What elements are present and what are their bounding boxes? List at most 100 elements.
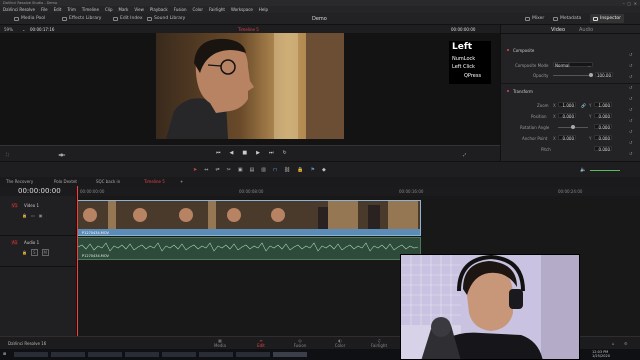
track-name-audio[interactable]: Audio 1 (24, 240, 39, 245)
rotation-field[interactable]: 0.000 (594, 124, 612, 130)
mixer-button[interactable]: Mixer (525, 16, 544, 21)
play-reverse-icon[interactable]: ◀ (230, 150, 234, 156)
task-item-3[interactable] (88, 352, 122, 357)
menu-item-trim[interactable]: Trim (67, 7, 76, 12)
menu-item-edit[interactable]: Edit (54, 7, 62, 12)
menu-item-file[interactable]: File (41, 7, 48, 12)
menu-item-fusion[interactable]: Fusion (174, 7, 187, 12)
flag-icon[interactable]: ⚑ (311, 167, 315, 173)
menu-item-playback[interactable]: Playback (150, 7, 168, 12)
link-icon[interactable]: 🔗 (581, 103, 586, 108)
transform-section-title[interactable]: Transform (513, 89, 533, 94)
task-item-2[interactable] (51, 352, 85, 357)
playhead[interactable] (77, 186, 78, 336)
dynamic-trim-icon[interactable]: ⇌ (215, 167, 219, 173)
composite-section-title[interactable]: Composite (513, 48, 534, 53)
tab-audio[interactable]: Audio (579, 27, 593, 33)
home-icon[interactable]: ⌂ (612, 341, 615, 346)
selection-tool-icon[interactable]: ➤ (193, 167, 197, 173)
media-pool-button[interactable]: Media Pool (14, 16, 45, 21)
tab-video[interactable]: Video (551, 27, 565, 33)
settings-icon[interactable]: ⚙ (624, 341, 628, 346)
reset-icons[interactable]: ↺ ↺ ↺ ↺ ↺ ↺ ↺ ↺ ↺ ↺ (629, 49, 632, 159)
jog-icon[interactable]: ◂●▸ (58, 152, 66, 157)
menu-item-fairlight[interactable]: Fairlight (209, 7, 225, 12)
inspector-button[interactable]: Inspector (590, 14, 624, 23)
menu-item-mark[interactable]: Mark (119, 7, 129, 12)
opacity-slider[interactable] (553, 75, 593, 76)
track-visibility-icon[interactable]: ▣ (39, 213, 43, 218)
task-item-7[interactable] (236, 352, 270, 357)
lock-track-icon[interactable]: 🔒 (22, 213, 27, 218)
solo-button[interactable]: S (30, 249, 38, 256)
task-item-5[interactable] (162, 352, 196, 357)
menu-item-timeline[interactable]: Timeline (82, 7, 99, 12)
edit-index-button[interactable]: Edit Index (113, 16, 143, 21)
timeline-name[interactable]: Timeline 5 (238, 27, 259, 32)
add-tab-icon[interactable]: + (180, 179, 183, 184)
viewer-options-icon[interactable]: ⛶ (6, 152, 9, 157)
page-edit[interactable]: ≡ Edit (253, 338, 269, 348)
zoom-y-field[interactable]: 1.000 (594, 102, 612, 108)
video-clip[interactable]: P1270434.MOV (77, 200, 421, 236)
blade-tool-icon[interactable]: ✂ (227, 167, 231, 173)
rotation-slider-handle[interactable] (571, 125, 575, 129)
menu-item-clip[interactable]: Clip (105, 7, 113, 12)
position-y-field[interactable]: 0.000 (594, 113, 612, 119)
zoom-x-field[interactable]: 1.000 (558, 102, 576, 108)
first-frame-icon[interactable]: ⏮ (216, 150, 221, 156)
tab-timeline-3[interactable]: SQC back in (96, 179, 120, 184)
menu-item-help[interactable]: Help (259, 7, 268, 12)
menu-item-davinci[interactable]: DaVinci Resolve (3, 7, 35, 12)
page-media[interactable]: ▦ Media (212, 338, 228, 348)
tab-timeline-4[interactable]: Timeline 5 (144, 179, 165, 184)
volume-slider[interactable] (590, 169, 621, 171)
last-frame-icon[interactable]: ⏭ (269, 150, 274, 156)
track-header-audio[interactable]: A1 Audio 1 🔒 S M (0, 237, 77, 267)
position-lock-icon[interactable]: 🔒 (297, 167, 303, 173)
page-fairlight[interactable]: ♫ Fairlight (371, 338, 387, 348)
snapping-icon[interactable]: ⊓ (273, 167, 277, 173)
task-item-8[interactable] (273, 352, 307, 357)
page-fusion[interactable]: ◎ Fusion (292, 338, 308, 348)
track-header-video[interactable]: V1 Video 1 🔒 ▭ ▣ (0, 200, 77, 236)
composite-mode-select[interactable]: Normal ⌄ (553, 62, 593, 68)
viewer-dropdown[interactable]: ⌄ (22, 27, 25, 32)
overwrite-icon[interactable]: ▤ (250, 167, 255, 173)
composite-enabled-dot[interactable] (507, 49, 509, 51)
fullscreen-icon[interactable]: ⤢ (463, 152, 466, 157)
page-color[interactable]: ◐ Color (332, 338, 348, 348)
pitch-field[interactable]: 0.000 (594, 146, 612, 152)
trim-tool-icon[interactable]: ⇔ (204, 167, 208, 173)
position-x-field[interactable]: 0.000 (558, 113, 576, 119)
anchor-x-field[interactable]: 0.000 (558, 135, 576, 141)
task-item-4[interactable] (125, 352, 159, 357)
opacity-slider-handle[interactable] (589, 73, 593, 77)
transform-enabled-dot[interactable] (507, 90, 509, 92)
sound-library-button[interactable]: Sound Library (147, 16, 185, 21)
opacity-field[interactable]: 100.00 (595, 72, 613, 78)
track-name-video[interactable]: Video 1 (24, 203, 39, 208)
audio-clip[interactable]: P1270434.MOV (77, 237, 421, 260)
insert-icon[interactable]: ▣ (238, 167, 243, 173)
auto-select-icon[interactable]: ▭ (31, 213, 35, 218)
play-icon[interactable]: ▶ (256, 150, 260, 156)
lock-audio-icon[interactable]: 🔒 (22, 250, 27, 255)
task-item-6[interactable] (199, 352, 233, 357)
replace-icon[interactable]: ▥ (261, 167, 266, 173)
marker-icon[interactable]: ◆ (322, 167, 326, 173)
tab-timeline-2[interactable]: Polo Dextet (54, 179, 77, 184)
menu-item-color[interactable]: Color (193, 7, 203, 12)
start-icon[interactable]: ⊞ (3, 351, 6, 356)
loop-icon[interactable]: ↻ (282, 150, 286, 156)
effects-library-button[interactable]: Effects Library (62, 16, 101, 21)
timeline-timecode[interactable]: 00:00:00:00 (18, 187, 61, 195)
zoom-level[interactable]: 59% (4, 27, 13, 32)
menu-item-workspace[interactable]: Workspace (231, 7, 253, 12)
linked-selection-icon[interactable]: ⛓ (284, 167, 290, 173)
stop-icon[interactable]: ■ (242, 150, 247, 156)
menu-item-view[interactable]: View (134, 7, 144, 12)
mute-button[interactable]: M (41, 249, 49, 256)
task-item-1[interactable] (14, 352, 48, 357)
audio-icon[interactable]: 🔈 (580, 167, 586, 173)
